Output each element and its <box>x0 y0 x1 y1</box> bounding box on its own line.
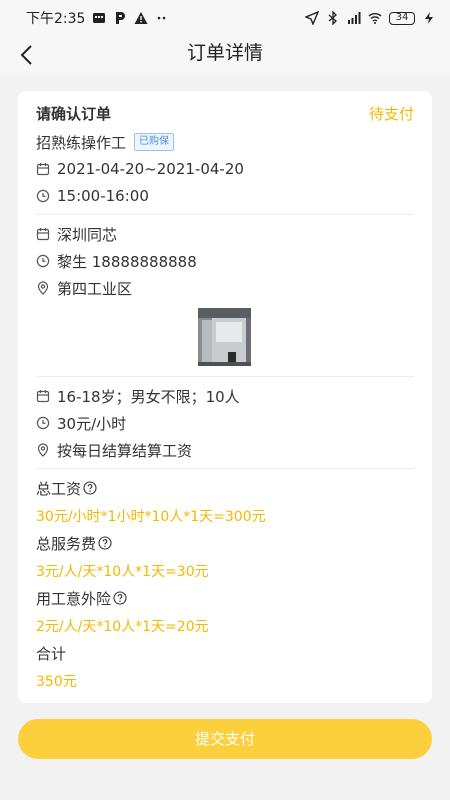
card-title: 请确认订单 <box>36 104 112 123</box>
wage-row: 30元/小时 <box>36 412 414 434</box>
contact-info: 黎生 18888888888 <box>57 252 197 271</box>
time-range: 15:00-16:00 <box>57 187 149 205</box>
job-name: 招熟练操作工 <box>36 133 127 152</box>
divider <box>36 214 414 215</box>
chevron-left-icon <box>20 45 32 65</box>
clock-icon <box>36 416 50 430</box>
location-pin-icon <box>37 281 49 295</box>
more-icon <box>158 16 166 20</box>
help-icon[interactable] <box>113 591 127 605</box>
location-arrow-icon <box>305 11 319 25</box>
total-wage-value: 30元/小时*1小时*10人*1天=300元 <box>36 509 266 525</box>
workplace-photo-image <box>198 308 251 366</box>
work-location: 第四工业区 <box>57 279 133 298</box>
help-icon[interactable] <box>98 536 112 550</box>
status-bar: 下午2:35 34 <box>0 0 450 36</box>
clock-icon <box>36 254 50 268</box>
sum-label: 合计 <box>36 644 67 663</box>
signal-icon <box>348 12 361 24</box>
calendar-icon <box>36 163 50 176</box>
insurance-label-row: 用工意外险 <box>36 587 414 609</box>
service-fee-label: 总服务费 <box>36 534 97 553</box>
settlement-row: 按每日结算结算工资 <box>36 439 414 461</box>
sum-label-row: 合计 <box>36 642 414 664</box>
insurance-value-row: 2元/人/天*10人*1天=20元 <box>36 615 414 637</box>
contact-row: 黎生 18888888888 <box>36 250 414 272</box>
help-icon[interactable] <box>83 481 97 495</box>
wifi-icon <box>368 13 382 24</box>
clock-icon <box>36 189 50 203</box>
location-row: 第四工业区 <box>36 277 414 299</box>
service-fee-label-row: 总服务费 <box>36 532 414 554</box>
divider <box>36 376 414 377</box>
battery-icon: 34 <box>389 11 415 25</box>
submit-payment-button[interactable]: 提交支付 <box>18 719 432 759</box>
charging-icon <box>425 12 433 24</box>
calendar-icon <box>36 228 50 241</box>
company-row: 深圳同芯 <box>36 223 414 245</box>
service-fee-value-row: 3元/人/天*10人*1天=30元 <box>36 560 414 582</box>
card-header: 请确认订单 <box>36 103 414 123</box>
total-wage-label-row: 总工资 <box>36 477 414 499</box>
insured-badge: 已购保 <box>134 133 175 151</box>
back-button[interactable] <box>12 40 40 70</box>
bluetooth-icon <box>328 11 337 25</box>
sum-value-row: 350元 <box>36 670 414 692</box>
requirements: 16-18岁；男女不限；10人 <box>57 387 240 406</box>
total-wage-label: 总工资 <box>36 479 82 498</box>
warning-icon <box>134 12 148 24</box>
service-fee-value: 3元/人/天*10人*1天=30元 <box>36 564 209 580</box>
date-range: 2021-04-20~2021-04-20 <box>57 160 244 178</box>
page-title: 订单详情 <box>186 42 263 64</box>
insurance-label: 用工意外险 <box>36 589 112 608</box>
status-time: 下午2:35 <box>26 11 86 27</box>
sum-value: 350元 <box>36 674 77 690</box>
job-row: 招熟练操作工 已购保 <box>36 131 414 153</box>
order-status: 待支付 <box>368 105 414 123</box>
settlement-method: 按每日结算结算工资 <box>57 441 193 460</box>
insurance-value: 2元/人/天*10人*1天=20元 <box>36 619 209 635</box>
total-wage-value-row: 30元/小时*1小时*10人*1天=300元 <box>36 505 414 527</box>
hourly-wage: 30元/小时 <box>57 414 127 433</box>
date-row: 2021-04-20~2021-04-20 <box>36 158 414 180</box>
requirements-row: 16-18岁；男女不限；10人 <box>36 385 414 407</box>
company-name: 深圳同芯 <box>57 225 118 244</box>
nav-bar: 订单详情 <box>0 36 450 74</box>
parking-icon <box>116 12 126 24</box>
time-row: 15:00-16:00 <box>36 185 414 207</box>
calendar-icon <box>36 390 50 403</box>
workplace-photo[interactable] <box>198 308 251 366</box>
order-card: 请确认订单 待支付 招熟练操作工 已购保 2021-04-20~2021-04-… <box>18 91 432 703</box>
location-pin-icon <box>37 443 49 457</box>
divider <box>36 468 414 469</box>
message-icon <box>93 13 106 23</box>
